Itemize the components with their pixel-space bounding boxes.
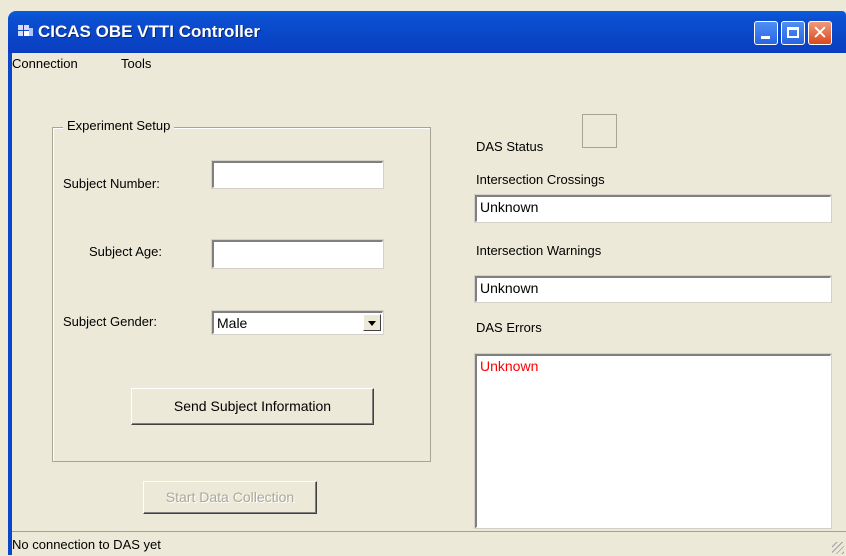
intersection-crossings-label: Intersection Crossings: [476, 172, 605, 187]
das-errors-field[interactable]: Unknown: [474, 353, 832, 529]
das-status-label: DAS Status: [476, 139, 544, 154]
title-bar[interactable]: CICAS OBE VTTI Controller ✕: [8, 11, 846, 53]
window-title: CICAS OBE VTTI Controller: [38, 22, 260, 41]
status-bar: No connection to DAS yet: [12, 531, 846, 556]
experiment-setup-legend: Experiment Setup: [63, 118, 175, 133]
status-text: No connection to DAS yet: [12, 537, 161, 552]
subject-number-input[interactable]: [211, 160, 384, 189]
subject-gender-select[interactable]: Male: [211, 310, 384, 335]
subject-age-label: Subject Age:: [89, 244, 162, 259]
das-errors-label: DAS Errors: [476, 320, 542, 335]
resize-grip-icon[interactable]: [832, 542, 844, 554]
start-data-collection-button[interactable]: Start Data Collection: [143, 481, 317, 514]
intersection-crossings-field[interactable]: Unknown: [474, 194, 832, 223]
maximize-button[interactable]: [781, 21, 805, 45]
app-icon[interactable]: [18, 25, 34, 39]
subject-gender-label: Subject Gender:: [63, 314, 157, 329]
window-frame-left: [8, 53, 12, 555]
menu-connection[interactable]: Connection: [12, 56, 78, 71]
dropdown-arrow-icon[interactable]: [363, 314, 381, 331]
menu-tools[interactable]: Tools: [121, 56, 151, 71]
das-status-indicator: [582, 114, 617, 148]
intersection-warnings-field[interactable]: Unknown: [474, 275, 832, 303]
subject-age-input[interactable]: [211, 239, 384, 269]
minimize-icon: [761, 36, 770, 39]
subject-gender-value: Male: [217, 315, 248, 331]
send-subject-information-button[interactable]: Send Subject Information: [131, 388, 374, 425]
close-icon: ✕: [812, 22, 828, 44]
close-button[interactable]: ✕: [808, 21, 832, 45]
intersection-warnings-label: Intersection Warnings: [476, 243, 602, 258]
menu-bar: Connection Tools: [12, 53, 846, 75]
minimize-button[interactable]: [754, 21, 778, 45]
maximize-icon: [787, 27, 799, 38]
subject-number-label: Subject Number:: [63, 176, 160, 191]
